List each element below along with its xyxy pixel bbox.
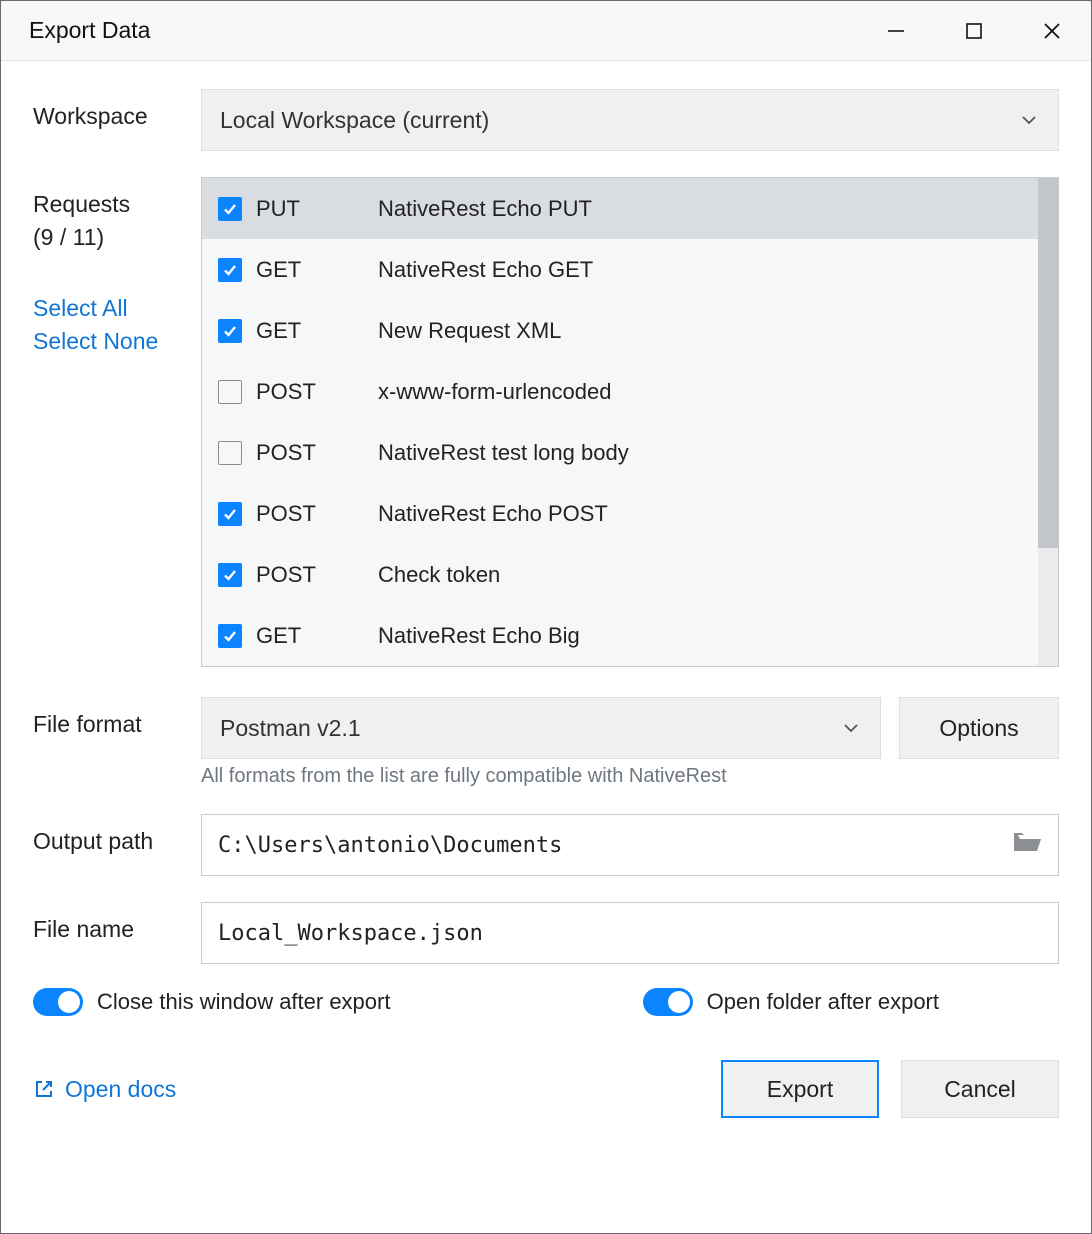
options-label: Options: [939, 715, 1018, 742]
maximize-button[interactable]: [935, 1, 1013, 61]
file-name-label: File name: [33, 902, 201, 943]
list-item[interactable]: POSTNativeRest test long body: [202, 422, 1038, 483]
request-name: NativeRest Echo Big: [378, 623, 580, 649]
request-name: NativeRest Echo GET: [378, 257, 593, 283]
export-button[interactable]: Export: [721, 1060, 879, 1118]
request-name: NativeRest Echo POST: [378, 501, 608, 527]
chevron-down-icon: [1018, 109, 1040, 131]
content: Workspace Local Workspace (current) Requ…: [1, 61, 1091, 1233]
format-dropdown[interactable]: Postman v2.1: [201, 697, 881, 759]
output-path-input[interactable]: C:\Users\antonio\Documents: [201, 814, 1059, 876]
output-path-value: C:\Users\antonio\Documents: [218, 833, 562, 858]
checkbox[interactable]: [218, 319, 242, 343]
options-button[interactable]: Options: [899, 697, 1059, 759]
format-value: Postman v2.1: [220, 715, 361, 742]
open-docs-label: Open docs: [65, 1076, 176, 1103]
scrollbar-thumb[interactable]: [1038, 178, 1058, 548]
minimize-button[interactable]: [857, 1, 935, 61]
request-method: GET: [256, 257, 378, 283]
checkbox[interactable]: [218, 441, 242, 465]
workspace-value: Local Workspace (current): [220, 107, 489, 134]
select-none-link[interactable]: Select None: [33, 328, 201, 355]
request-name: NativeRest test long body: [378, 440, 629, 466]
request-name: New Request XML: [378, 318, 561, 344]
list-item[interactable]: GETNew Request XML: [202, 300, 1038, 361]
window-title: Export Data: [29, 17, 857, 44]
request-method: POST: [256, 440, 378, 466]
select-all-link[interactable]: Select All: [33, 295, 201, 322]
file-name-value: Local_Workspace.json: [218, 921, 483, 946]
list-item[interactable]: PUTNativeRest Echo PUT: [202, 178, 1038, 239]
request-method: GET: [256, 623, 378, 649]
list-item[interactable]: POSTx-www-form-urlencoded: [202, 361, 1038, 422]
list-item[interactable]: GETNativeRest Echo Big: [202, 605, 1038, 666]
open-folder-toggle-wrap: Open folder after export: [643, 988, 939, 1016]
export-label: Export: [767, 1076, 833, 1103]
checkbox[interactable]: [218, 502, 242, 526]
check-icon: [222, 201, 238, 217]
folder-open-icon: [1012, 829, 1042, 855]
format-hint-row: All formats from the list are fully comp…: [33, 765, 1059, 788]
check-icon: [222, 262, 238, 278]
request-name: NativeRest Echo PUT: [378, 196, 592, 222]
close-button[interactable]: [1013, 1, 1091, 61]
export-dialog: Export Data Workspace Local Workspace (c…: [0, 0, 1092, 1234]
requests-row: Requests (9 / 11) Select All Select None…: [33, 177, 1059, 667]
toggles-row: Close this window after export Open fold…: [33, 988, 1059, 1016]
requests-counts: (9 / 11): [33, 224, 201, 251]
output-path-label: Output path: [33, 814, 201, 855]
close-icon: [1042, 21, 1062, 41]
close-after-label: Close this window after export: [97, 989, 390, 1015]
file-name-row: File name Local_Workspace.json: [33, 902, 1059, 964]
requests-label-col: Requests (9 / 11) Select All Select None: [33, 177, 201, 667]
open-folder-toggle[interactable]: [643, 988, 693, 1016]
checkbox[interactable]: [218, 380, 242, 404]
close-after-toggle[interactable]: [33, 988, 83, 1016]
cancel-label: Cancel: [944, 1076, 1016, 1103]
check-icon: [222, 567, 238, 583]
list-item[interactable]: POSTCheck token: [202, 544, 1038, 605]
request-method: POST: [256, 501, 378, 527]
maximize-icon: [965, 22, 983, 40]
request-method: POST: [256, 379, 378, 405]
workspace-row: Workspace Local Workspace (current): [33, 89, 1059, 151]
request-method: PUT: [256, 196, 378, 222]
browse-folder-button[interactable]: [1012, 829, 1042, 861]
minimize-icon: [886, 21, 906, 41]
request-method: GET: [256, 318, 378, 344]
output-path-row: Output path C:\Users\antonio\Documents: [33, 814, 1059, 876]
footer: Open docs Export Cancel: [33, 1060, 1059, 1118]
checkbox[interactable]: [218, 258, 242, 282]
open-folder-label: Open folder after export: [707, 989, 939, 1015]
checkbox[interactable]: [218, 563, 242, 587]
format-row: File format Postman v2.1 Options: [33, 697, 1059, 759]
cancel-button[interactable]: Cancel: [901, 1060, 1059, 1118]
requests-label: Requests: [33, 191, 201, 218]
check-icon: [222, 323, 238, 339]
check-icon: [222, 628, 238, 644]
request-name: Check token: [378, 562, 500, 588]
close-after-toggle-wrap: Close this window after export: [33, 988, 390, 1016]
requests-listbox[interactable]: PUTNativeRest Echo PUTGETNativeRest Echo…: [201, 177, 1059, 667]
list-item[interactable]: GETNativeRest Echo GET: [202, 239, 1038, 300]
list-item[interactable]: POSTNativeRest Echo POST: [202, 483, 1038, 544]
titlebar: Export Data: [1, 1, 1091, 61]
request-method: POST: [256, 562, 378, 588]
format-label: File format: [33, 697, 201, 738]
checkbox[interactable]: [218, 197, 242, 221]
check-icon: [222, 506, 238, 522]
workspace-label: Workspace: [33, 89, 201, 130]
window-controls: [857, 1, 1091, 61]
format-hint: All formats from the list are fully comp…: [201, 765, 1059, 788]
workspace-dropdown[interactable]: Local Workspace (current): [201, 89, 1059, 151]
external-link-icon: [33, 1078, 55, 1100]
file-name-input[interactable]: Local_Workspace.json: [201, 902, 1059, 964]
chevron-down-icon: [840, 717, 862, 739]
checkbox[interactable]: [218, 624, 242, 648]
request-name: x-www-form-urlencoded: [378, 379, 612, 405]
open-docs-link[interactable]: Open docs: [33, 1076, 176, 1103]
